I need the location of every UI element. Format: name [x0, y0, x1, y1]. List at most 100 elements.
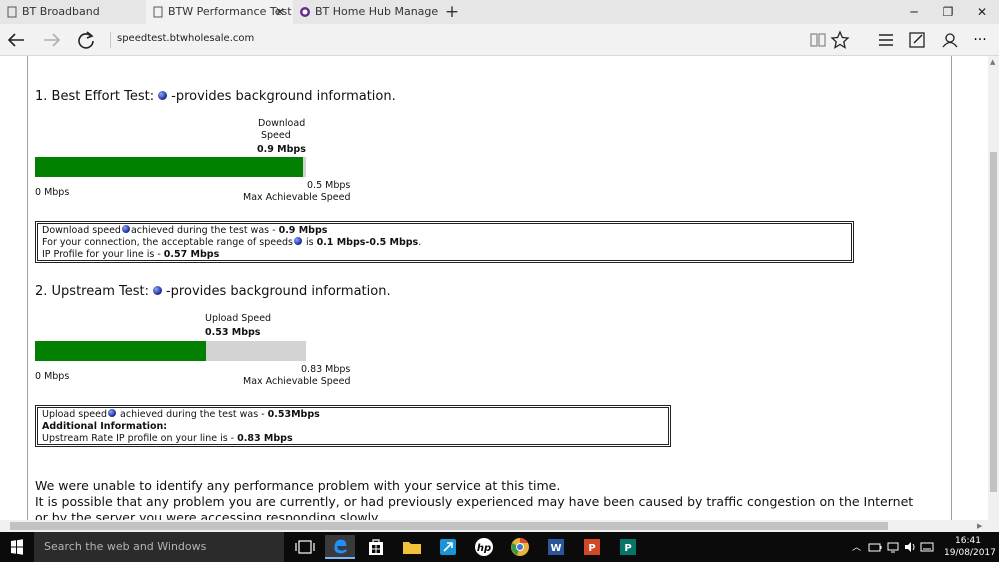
battery-icon[interactable]: [868, 540, 882, 554]
info-text: is: [302, 237, 317, 248]
additional-info-heading: Additional Information:: [42, 421, 168, 432]
share-icon[interactable]: [940, 30, 960, 50]
publisher-icon[interactable]: P: [613, 535, 643, 559]
url-host: speedtest.btwholesale.com: [117, 33, 255, 44]
upstream-ip-profile-value: 0.83 Mbps: [237, 433, 293, 444]
upstream-title: 2. Upstream Test:: [35, 284, 149, 299]
chrome-icon[interactable]: [505, 535, 535, 559]
download-speed-bar: [35, 157, 306, 177]
download-speed-value: 0.9 Mbps: [257, 144, 306, 155]
download-max-value: 0.5 Mbps: [307, 180, 351, 191]
help-icon[interactable]: [158, 91, 168, 100]
page-icon: [153, 6, 163, 18]
horizontal-scroll-thumb[interactable]: [10, 522, 888, 530]
page-content: 1. Best Effort Test: -provides background…: [27, 56, 952, 520]
app-icon[interactable]: [433, 535, 463, 559]
help-icon[interactable]: [152, 286, 162, 295]
tab-title: BT Home Hub Manager - Ev: [315, 5, 439, 18]
upload-info-line3: Upstream Rate IP profile on your line is…: [42, 433, 664, 445]
task-view-icon[interactable]: [290, 535, 320, 559]
refresh-icon[interactable]: [74, 28, 98, 52]
new-tab-button[interactable]: +: [442, 2, 462, 22]
ip-profile-value: 0.57 Mbps: [163, 249, 220, 260]
result-message-line3: or by the server you were accessing resp…: [35, 510, 381, 520]
keyboard-icon[interactable]: [920, 540, 934, 554]
tab-bar: BT Broadband BTW Performance Test ✕ BT H…: [0, 0, 999, 24]
help-icon[interactable]: [108, 409, 117, 417]
hub-icon[interactable]: [876, 30, 896, 50]
page-viewport: 1. Best Effort Test: -provides background…: [0, 56, 988, 520]
bt-logo-icon: [300, 7, 310, 17]
scroll-right-icon[interactable]: ▶: [977, 522, 982, 530]
tab-bt-home-hub-manager[interactable]: BT Home Hub Manager - Ev: [293, 0, 439, 24]
info-text: achieved during the test was -: [117, 409, 268, 420]
download-min-label: 0 Mbps: [35, 187, 70, 198]
edge-taskbar-button[interactable]: [325, 535, 355, 559]
info-text: IP Profile for your line is -: [42, 249, 164, 260]
network-icon[interactable]: [886, 540, 900, 554]
taskbar-search-box[interactable]: Search the web and Windows: [34, 532, 284, 562]
info-text: Download speed: [42, 225, 121, 236]
help-icon[interactable]: [121, 225, 130, 233]
upload-speed-value: 0.53 Mbps: [205, 327, 261, 338]
svg-text:W: W: [550, 543, 561, 554]
file-explorer-icon[interactable]: [397, 535, 427, 559]
forward-arrow-icon[interactable]: [40, 28, 64, 52]
info-text: Upstream Rate IP profile on your line is…: [42, 433, 238, 444]
volume-icon[interactable]: [903, 540, 917, 554]
word-icon[interactable]: W: [541, 535, 571, 559]
upstream-title-suffix: -provides background information.: [165, 284, 391, 299]
upload-speed-bar: [35, 341, 306, 361]
upload-info-line2: Additional Information:: [42, 421, 664, 433]
info-text: Upload speed: [42, 409, 108, 420]
scroll-up-icon[interactable]: ▲: [990, 58, 995, 66]
vertical-scroll-thumb[interactable]: [990, 152, 997, 492]
taskbar-clock[interactable]: 16:41 19/08/2017: [944, 535, 996, 559]
download-speed-bar-fill: [35, 157, 304, 177]
tab-title: BT Broadband: [22, 5, 100, 18]
web-note-icon[interactable]: [907, 30, 927, 50]
upload-min-label: 0 Mbps: [35, 371, 70, 382]
hp-icon[interactable]: hp: [469, 535, 499, 559]
upload-speed-result: 0.53Mbps: [267, 409, 320, 420]
help-icon[interactable]: [293, 237, 302, 245]
reading-view-icon[interactable]: [808, 30, 828, 50]
svg-text:P: P: [588, 543, 595, 554]
upload-info-line1: Upload speed achieved during the test wa…: [42, 409, 664, 421]
download-info-line2: For your connection, the acceptable rang…: [42, 237, 847, 249]
vertical-scrollbar[interactable]: ▲: [988, 56, 999, 520]
result-message-line1: We were unable to identify any performan…: [35, 478, 561, 493]
separator: [110, 32, 111, 48]
tab-btw-performance-test[interactable]: BTW Performance Test ✕: [146, 0, 293, 24]
result-message-line2: It is possible that any problem you are …: [35, 494, 914, 509]
more-icon[interactable]: ···: [970, 30, 990, 50]
store-icon[interactable]: [361, 535, 391, 559]
show-hidden-icons-icon[interactable]: ︿: [852, 540, 861, 553]
close-tab-icon[interactable]: ✕: [275, 0, 285, 24]
back-arrow-icon[interactable]: [4, 28, 28, 52]
download-max-label: Max Achievable Speed: [243, 192, 351, 203]
upload-speed-bar-fill: [35, 341, 206, 361]
windows-taskbar: Search the web and Windows hp W P P ︿ 16…: [0, 532, 999, 562]
windows-start-icon[interactable]: [0, 532, 34, 562]
favorite-star-icon[interactable]: [830, 30, 850, 50]
close-window-button[interactable]: ✕: [959, 0, 999, 24]
url-field[interactable]: speedtest.btwholesale.com: [117, 33, 254, 44]
info-text: .: [418, 237, 422, 248]
horizontal-scrollbar[interactable]: ▶: [0, 520, 999, 532]
svg-text:hp: hp: [477, 543, 491, 554]
upload-info-box: Upload speed achieved during the test wa…: [35, 405, 671, 447]
clock-time: 16:41: [955, 536, 981, 546]
clock-date: 19/08/2017: [944, 548, 996, 558]
tab-bt-broadband[interactable]: BT Broadband: [0, 0, 146, 24]
acceptable-range-value: 0.1 Mbps-0.5 Mbps: [316, 237, 419, 248]
powerpoint-icon[interactable]: P: [577, 535, 607, 559]
svg-text:P: P: [624, 543, 631, 554]
download-speed-result: 0.9 Mbps: [278, 225, 328, 236]
upload-speed-label: Upload Speed: [205, 313, 272, 324]
info-text: achieved during the test was -: [130, 225, 279, 236]
download-label-line2: Speed: [261, 130, 291, 141]
upload-max-value: 0.83 Mbps: [301, 364, 351, 375]
edge-icon: [334, 539, 347, 554]
address-bar: speedtest.btwholesale.com ···: [0, 24, 999, 56]
